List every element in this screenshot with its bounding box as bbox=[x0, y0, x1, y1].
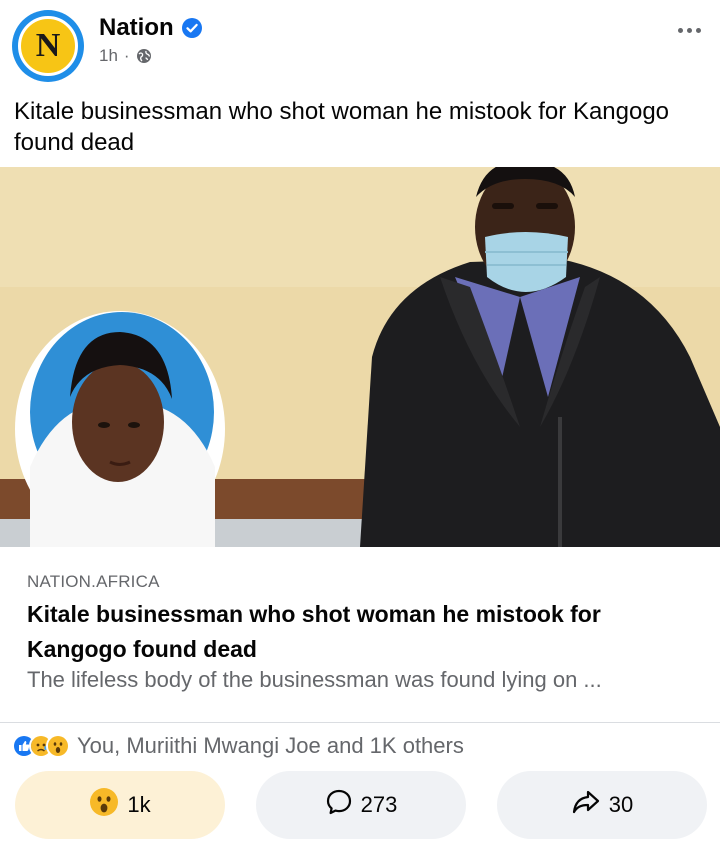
link-title: Kitale businessman who shot woman he mis… bbox=[27, 601, 601, 662]
page-name-row: Nation bbox=[99, 14, 203, 42]
more-dot bbox=[677, 27, 683, 33]
post-caption: Kitale businessman who shot woman he mis… bbox=[14, 98, 670, 156]
public-globe-icon bbox=[136, 48, 152, 64]
reactions-text: You, Muriithi Mwangi Joe and 1K others bbox=[77, 733, 464, 758]
react-button[interactable]: 1k bbox=[15, 771, 225, 839]
link-domain: NATION.AFRICA bbox=[27, 572, 160, 591]
share-icon bbox=[571, 788, 601, 822]
comment-button[interactable]: 273 bbox=[256, 771, 466, 839]
avatar-letter: N bbox=[35, 27, 61, 64]
share-button[interactable]: 30 bbox=[497, 771, 707, 839]
divider bbox=[0, 722, 720, 723]
more-dot bbox=[686, 27, 692, 33]
more-options-button[interactable] bbox=[672, 20, 706, 40]
post-image[interactable] bbox=[0, 167, 720, 547]
share-count: 30 bbox=[608, 792, 634, 817]
link-description: The lifeless body of the businessman was… bbox=[27, 667, 602, 692]
link-preview-card[interactable]: NATION.AFRICA Kitale businessman who sho… bbox=[0, 547, 720, 722]
react-count: 1k bbox=[127, 792, 151, 817]
verified-badge-icon bbox=[181, 17, 203, 39]
action-bar: 1k 273 30 bbox=[15, 771, 707, 839]
comment-count: 273 bbox=[360, 792, 398, 817]
wow-reaction-icon bbox=[89, 787, 119, 823]
post-time[interactable]: 1h bbox=[99, 46, 118, 66]
post-header: N Nation 1h · bbox=[0, 0, 720, 90]
page-name[interactable]: Nation bbox=[99, 14, 174, 42]
comment-icon bbox=[325, 788, 353, 822]
page-avatar[interactable]: N bbox=[12, 10, 84, 82]
more-dot bbox=[695, 27, 701, 33]
reaction-icons bbox=[12, 734, 70, 758]
nation-logo: N bbox=[18, 16, 78, 76]
news-photo bbox=[0, 167, 720, 547]
wow-icon bbox=[46, 734, 70, 758]
facebook-post: N Nation 1h · Kitale businessman who sho… bbox=[0, 0, 720, 853]
reactions-summary[interactable]: You, Muriithi Mwangi Joe and 1K others bbox=[12, 732, 464, 760]
meta-separator: · bbox=[123, 46, 130, 65]
post-meta: 1h · bbox=[99, 46, 152, 66]
